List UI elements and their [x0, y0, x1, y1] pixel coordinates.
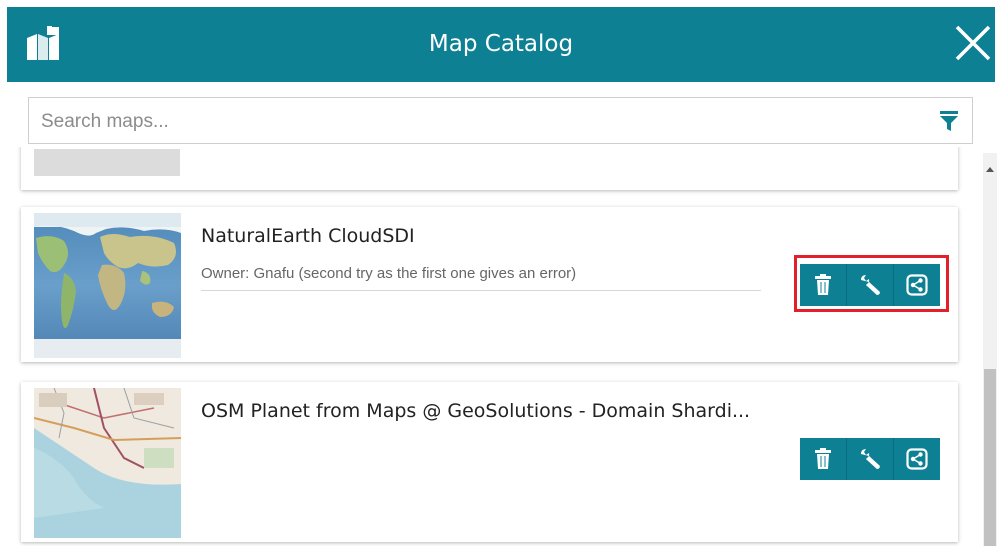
share-button[interactable] — [894, 438, 940, 480]
map-list: NaturalEarth CloudSDI Owner: Gnafu (seco… — [0, 147, 999, 546]
close-icon[interactable] — [953, 23, 993, 63]
page-title: Map Catalog — [428, 31, 574, 57]
delete-button[interactable] — [800, 438, 847, 480]
search-input[interactable] — [39, 106, 923, 138]
map-thumbnail — [34, 388, 181, 538]
edit-button[interactable] — [847, 438, 894, 480]
scrollbar-thumb[interactable] — [984, 369, 996, 546]
scrollbar[interactable] — [983, 153, 997, 546]
catalog-header: Map Catalog — [7, 7, 995, 82]
wrench-icon — [861, 449, 880, 469]
map-title[interactable]: NaturalEarth CloudSDI — [201, 225, 415, 247]
map-actions — [800, 438, 940, 480]
share-icon — [906, 448, 928, 470]
map-description: Owner: Gnafu (second try as the first on… — [201, 265, 761, 291]
trash-icon — [815, 448, 831, 469]
map-card[interactable] — [21, 147, 958, 190]
search-bar — [28, 97, 973, 144]
map-card[interactable]: OSM Planet from Maps @ GeoSolutions - Do… — [21, 382, 958, 542]
filter-icon[interactable] — [938, 110, 960, 132]
map-thumbnail — [34, 213, 181, 358]
highlight-box — [794, 255, 949, 312]
scroll-up-icon[interactable] — [986, 167, 994, 172]
map-thumbnail — [34, 149, 180, 176]
map-title[interactable]: OSM Planet from Maps @ GeoSolutions - Do… — [201, 400, 750, 422]
